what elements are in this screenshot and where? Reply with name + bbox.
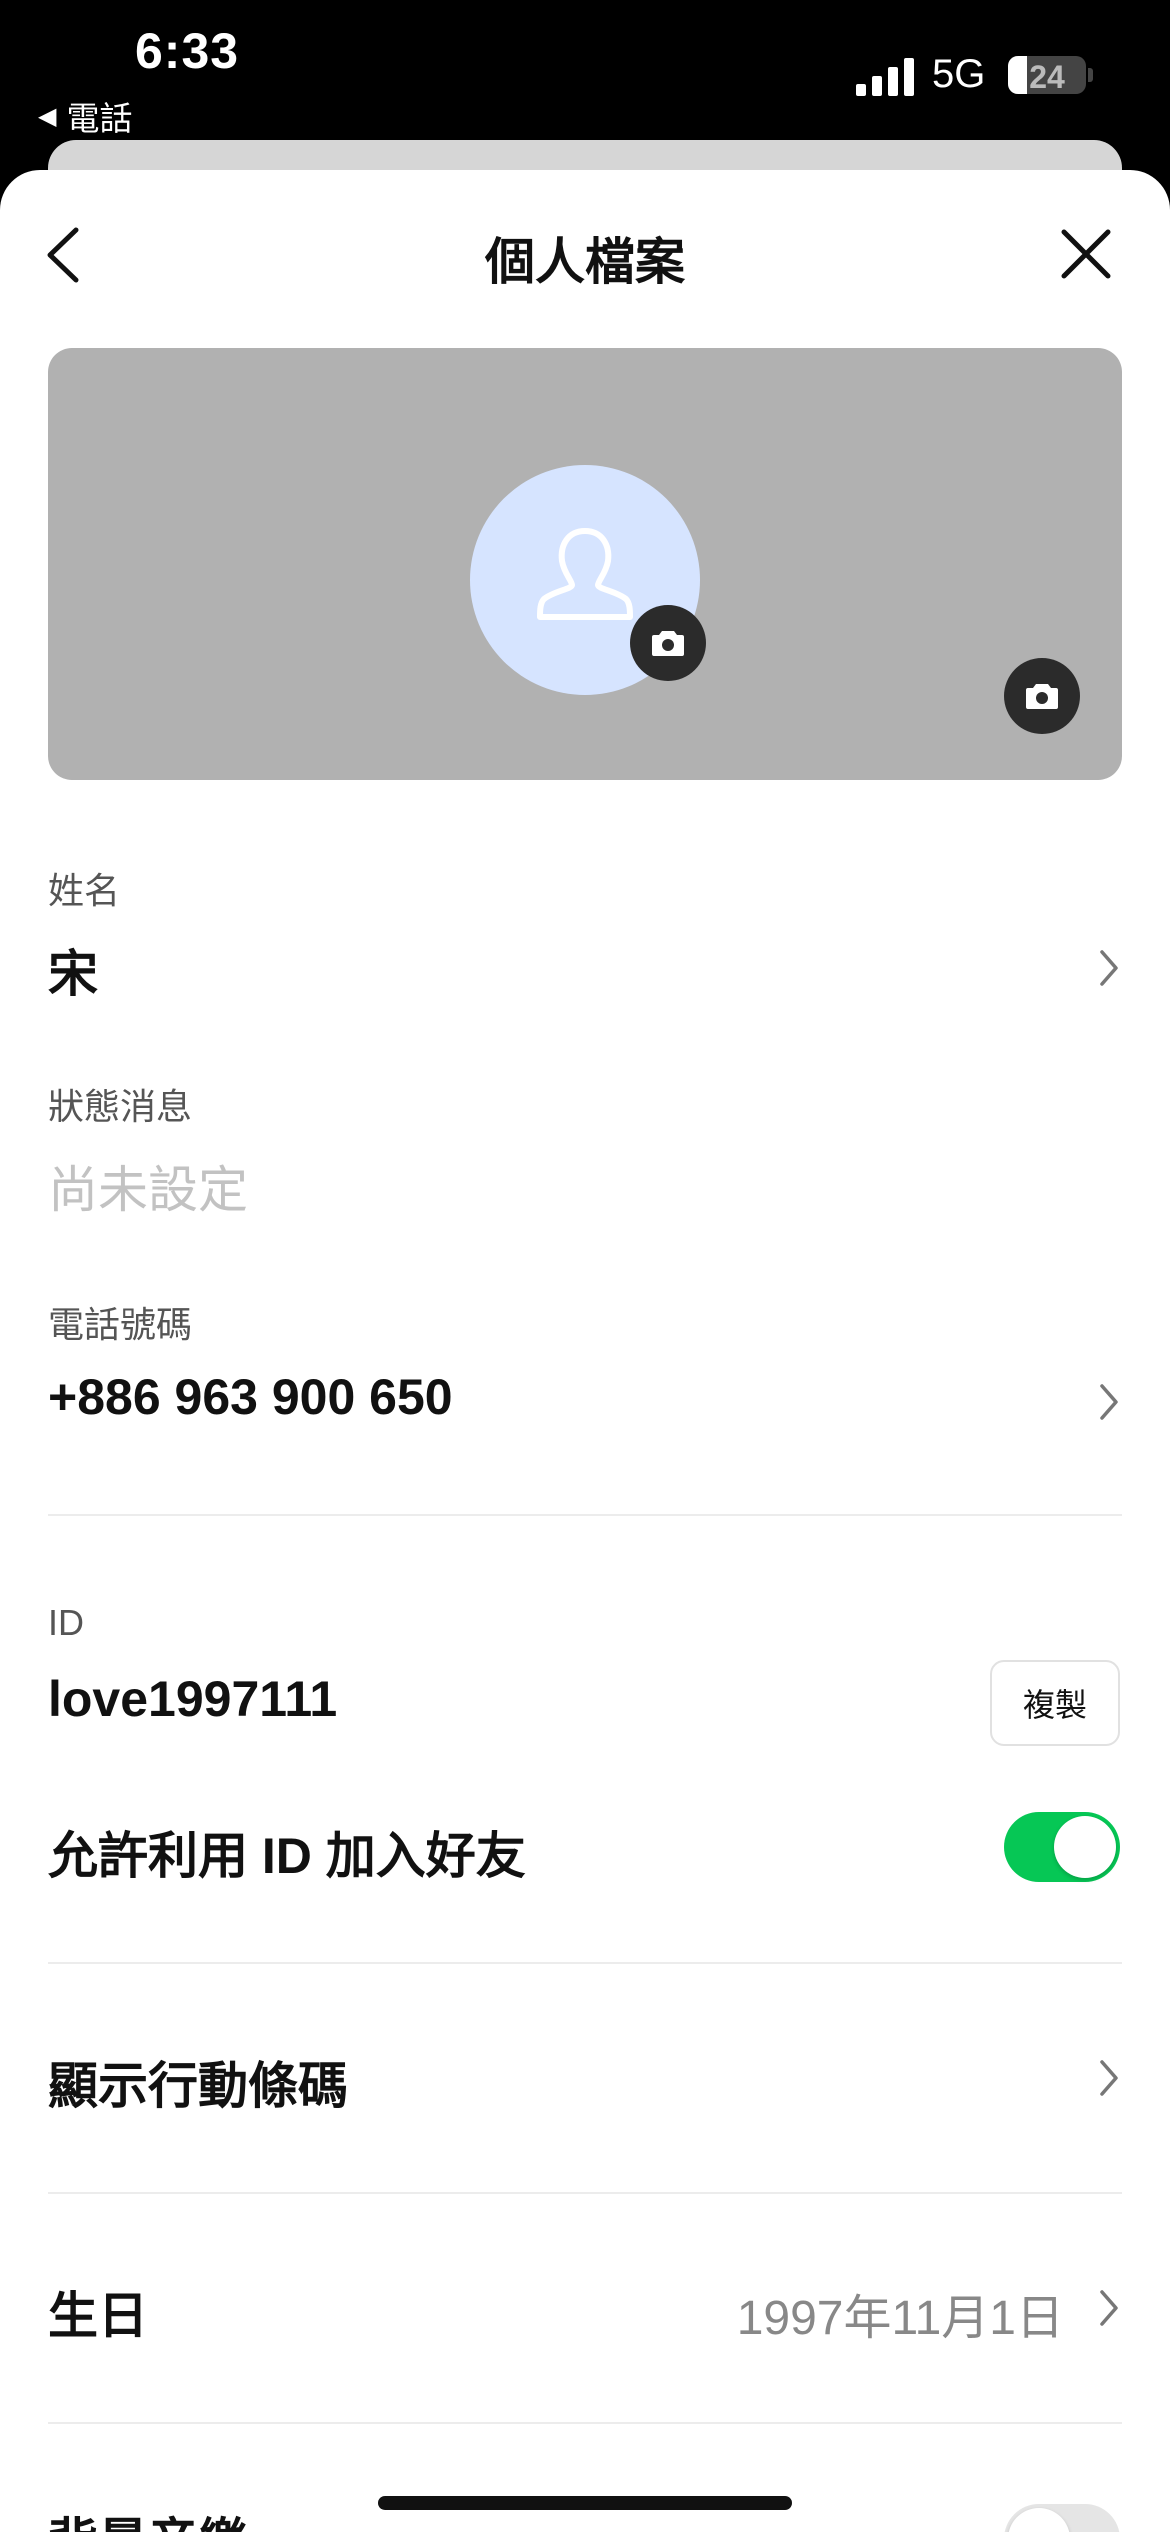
name-value[interactable]: 宋 [48,934,98,1006]
chevron-right-icon[interactable] [1098,2058,1120,2098]
page-title: 個人檔案 [485,234,685,290]
back-to-app-link[interactable]: ◀ 電話 [38,92,132,140]
toggle-knob [1008,2508,1070,2532]
chevron-right-icon[interactable] [1098,948,1120,988]
profile-sheet: 個人檔案 姓名 宋 狀態消息 尚未設定 電話號碼 +886 963 900 65… [0,170,1170,2532]
show-qr-code-label[interactable]: 顯示行動條碼 [48,2046,348,2118]
phone-label: 電話號碼 [48,1304,193,1345]
status-message-label: 狀態消息 [48,1086,193,1127]
birthday-value[interactable]: 1997年11月1日 [737,2278,1064,2348]
person-icon [537,528,633,620]
name-label: 姓名 [48,870,121,911]
back-triangle-icon: ◀ [38,102,57,130]
toggle-knob [1054,1816,1116,1878]
home-indicator [378,2496,792,2510]
camera-icon [1026,684,1058,709]
battery-tip [1088,68,1093,82]
network-type: 5G [932,52,986,96]
divider [48,2422,1122,2424]
id-value: love1997111 [48,1671,338,1727]
battery-level: 24 [1029,59,1065,94]
close-icon[interactable] [1058,226,1114,282]
allow-id-label: 允許利用 ID 加入好友 [48,1828,526,1884]
cover-camera-button[interactable] [1004,658,1080,734]
avatar-camera-button[interactable] [630,605,706,681]
phone-value[interactable]: +886 963 900 650 [48,1368,453,1426]
allow-id-toggle[interactable] [1004,1812,1120,1882]
status-message-value[interactable]: 尚未設定 [48,1150,248,1222]
battery-icon: 24 [1008,56,1086,94]
camera-icon [652,631,684,656]
copy-id-button[interactable]: 複製 [990,1660,1120,1746]
status-time: 6:33 [135,23,240,79]
signal-icon [856,58,914,96]
background-music-label: 背景音樂 [48,2502,248,2532]
divider [48,1514,1122,1516]
divider [48,1962,1122,1964]
chevron-right-icon[interactable] [1098,2288,1120,2328]
background-music-toggle[interactable] [1004,2504,1120,2532]
back-app-label: 電話 [66,100,133,137]
id-label: ID [48,1602,84,1643]
chevron-right-icon[interactable] [1098,1382,1120,1422]
divider [48,2192,1122,2194]
birthday-label: 生日 [48,2288,148,2344]
